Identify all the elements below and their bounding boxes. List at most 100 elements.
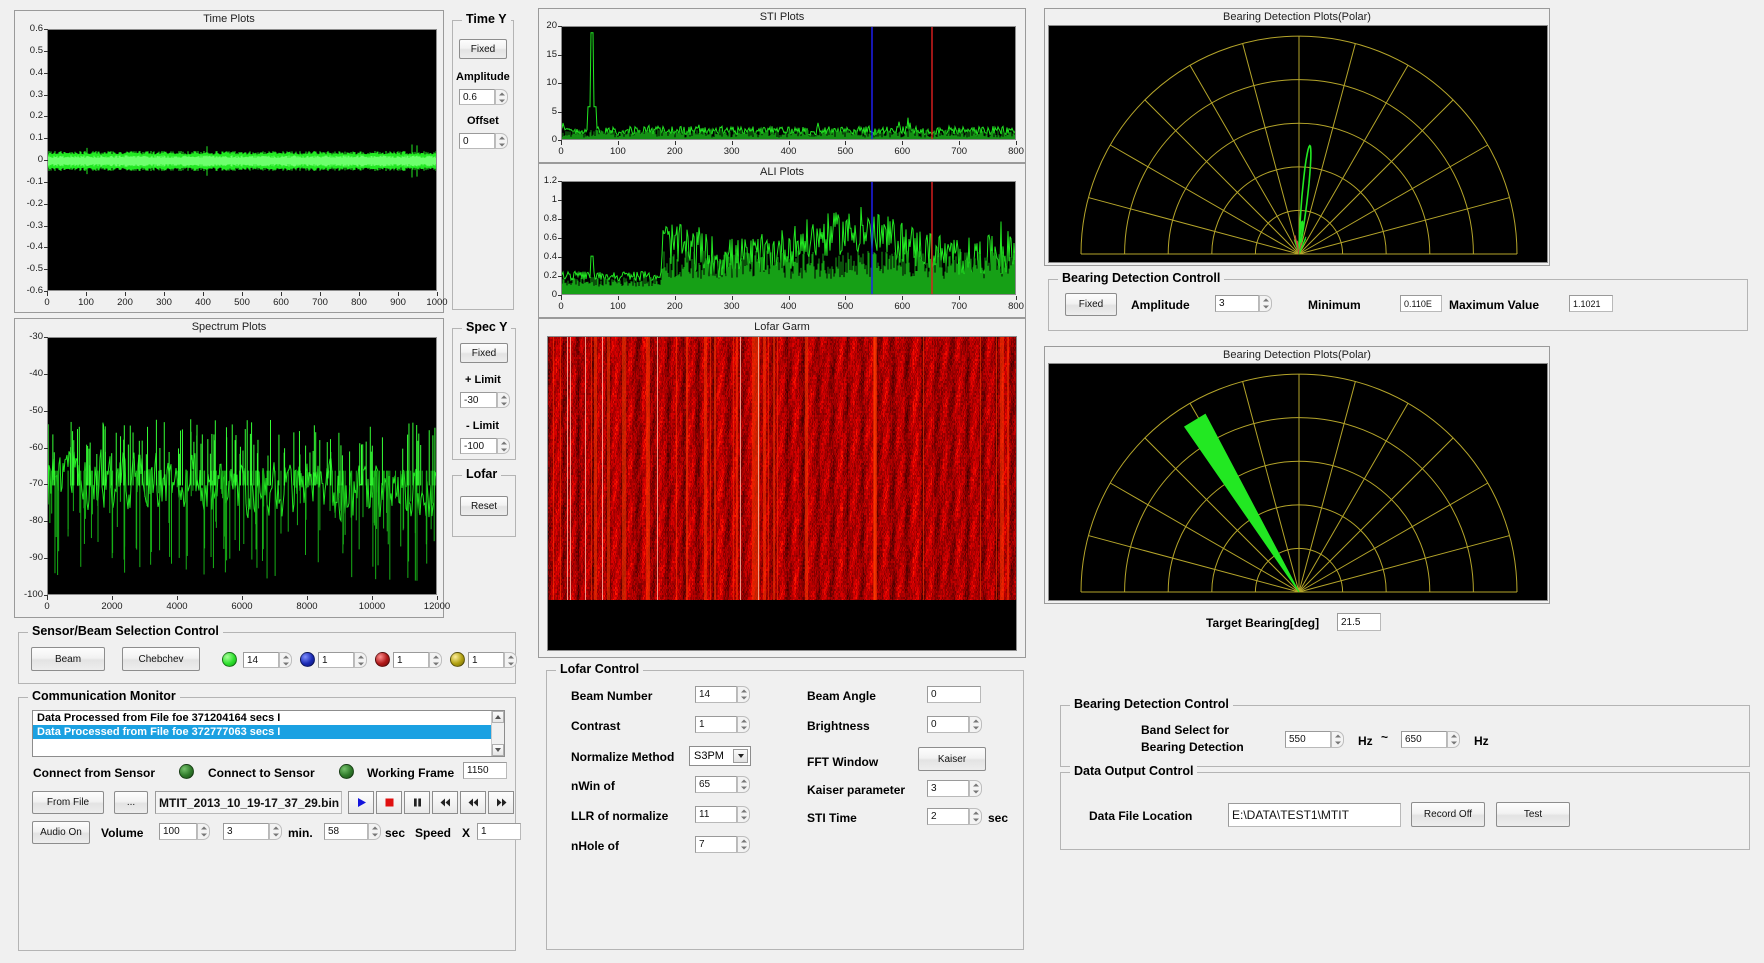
minutes-field[interactable]: 3 (223, 823, 269, 840)
axis-tick-mark (44, 138, 48, 139)
band-high-field[interactable]: 650 (1401, 731, 1447, 748)
polar-top-svg (1049, 26, 1548, 263)
stop-button[interactable] (376, 791, 402, 814)
beam-index-field-3[interactable]: 1 (393, 652, 429, 668)
beam-index-spinner-1[interactable] (279, 652, 292, 668)
spec-y-fixed-button[interactable]: Fixed (460, 343, 508, 363)
axis-tick-mark (561, 296, 562, 300)
brightness-field[interactable]: 0 (927, 716, 969, 733)
polar-top-canvas[interactable] (1048, 25, 1548, 263)
seconds-field[interactable]: 58 (324, 823, 368, 840)
time-y-amplitude-spinner[interactable] (495, 89, 508, 105)
llr-normalize-field[interactable]: 11 (695, 806, 737, 823)
nhole-field[interactable]: 7 (695, 836, 737, 853)
axis-tick-mark (44, 448, 48, 449)
axis-tick-label: 500 (823, 301, 867, 312)
nwin-spinner[interactable] (737, 776, 750, 793)
bearing-fixed-button[interactable]: Fixed (1065, 293, 1117, 316)
polar-bottom-canvas[interactable] (1048, 363, 1548, 601)
spec-y-minus-limit-field[interactable]: -100 (460, 438, 497, 454)
chevron-down-icon[interactable] (733, 749, 748, 763)
log-scrollbar[interactable] (491, 711, 504, 756)
time-plots-canvas[interactable] (47, 29, 437, 291)
time-y-fixed-button[interactable]: Fixed (459, 39, 507, 59)
axis-tick-label: 15 (539, 49, 557, 60)
bearing-amplitude-field[interactable]: 3 (1215, 295, 1259, 312)
band-high-spinner[interactable] (1447, 731, 1460, 748)
seconds-spinner[interactable] (368, 823, 381, 840)
beam-index-field-1[interactable]: 14 (243, 652, 279, 668)
brightness-spinner[interactable] (969, 716, 982, 733)
rewind-button[interactable] (460, 791, 486, 814)
browse-file-button[interactable]: ... (114, 791, 148, 814)
beam-index-spinner-3[interactable] (429, 652, 442, 668)
sti-time-field[interactable]: 2 (927, 808, 969, 825)
axis-tick-mark (44, 182, 48, 183)
bearing-minimum-field[interactable]: 0.110E (1400, 295, 1442, 312)
data-file-location-field[interactable]: E:\DATA\TEST1\MTIT (1228, 803, 1401, 827)
contrast-label: Contrast (571, 719, 620, 733)
working-frame-field[interactable]: 1150 (463, 762, 507, 779)
kaiser-parameter-spinner[interactable] (969, 780, 982, 797)
bearing-maximum-field[interactable]: 1.1021 (1569, 295, 1613, 312)
axis-tick-mark (320, 292, 321, 296)
beam-number-field[interactable]: 14 (695, 686, 737, 703)
normalize-method-select[interactable]: S3PM (689, 746, 751, 766)
contrast-field[interactable]: 1 (695, 716, 737, 733)
speed-field[interactable]: 1 (477, 823, 521, 840)
record-off-button[interactable]: Record Off (1411, 802, 1485, 827)
axis-tick-mark (44, 29, 48, 30)
llr-normalize-spinner[interactable] (737, 806, 750, 823)
pause-button[interactable] (404, 791, 430, 814)
lofar-reset-button[interactable]: Reset (460, 496, 508, 516)
from-file-button[interactable]: From File (32, 791, 104, 814)
axis-tick-mark (44, 116, 48, 117)
list-item[interactable]: Data Processed from File foe 371204164 s… (33, 711, 504, 725)
spec-y-minus-limit-spinner[interactable] (497, 438, 510, 454)
lofar-garm-canvas[interactable] (547, 336, 1017, 651)
scroll-up-icon[interactable] (492, 711, 504, 723)
test-button[interactable]: Test (1496, 802, 1570, 827)
nwin-field[interactable]: 65 (695, 776, 737, 793)
fft-window-button[interactable]: Kaiser (918, 747, 986, 771)
minutes-spinner[interactable] (269, 823, 282, 840)
selected-file-field[interactable]: MTIT_2013_10_19-17_37_29.bin (155, 791, 342, 814)
kaiser-parameter-field[interactable]: 3 (927, 780, 969, 797)
beam-number-spinner[interactable] (737, 686, 750, 703)
beam-index-spinner-2[interactable] (354, 652, 367, 668)
volume-field[interactable]: 100 (159, 823, 197, 840)
band-low-spinner[interactable] (1331, 731, 1344, 748)
ali-plots-panel: ALI Plots 1.2 1 0.8 0.6 0.4 0.2 0 0 100 200 300 40… (538, 163, 1026, 318)
scroll-down-icon[interactable] (492, 744, 504, 756)
fast-forward-button[interactable] (488, 791, 514, 814)
beam-index-spinner-4[interactable] (504, 652, 517, 668)
chebchev-filter-button[interactable]: Chebchev (122, 647, 200, 671)
time-y-offset-spinner[interactable] (495, 133, 508, 149)
target-bearing-field[interactable]: 21.5 (1337, 613, 1381, 631)
time-y-offset-field[interactable]: 0 (459, 133, 495, 149)
beam-button[interactable]: Beam (31, 647, 105, 671)
band-low-field[interactable]: 550 (1285, 731, 1331, 748)
spectrum-plots-canvas[interactable] (47, 337, 437, 595)
contrast-spinner[interactable] (737, 716, 750, 733)
sti-time-spinner[interactable] (969, 808, 982, 825)
bearing-amplitude-spinner[interactable] (1259, 295, 1272, 312)
axis-tick-label: 0 (539, 146, 583, 157)
play-button[interactable] (348, 791, 374, 814)
nhole-spinner[interactable] (737, 836, 750, 853)
axis-tick-label: -0.3 (15, 220, 43, 231)
volume-spinner[interactable] (197, 823, 210, 840)
sti-plots-canvas[interactable] (561, 26, 1016, 140)
skip-start-button[interactable] (432, 791, 458, 814)
beam-angle-field[interactable]: 0 (927, 686, 981, 703)
list-item[interactable]: Data Processed from File foe 372777063 s… (33, 725, 504, 739)
beam-index-field-2[interactable]: 1 (318, 652, 354, 668)
spec-y-plus-limit-spinner[interactable] (497, 392, 510, 408)
spec-y-plus-limit-field[interactable]: -30 (460, 392, 497, 408)
communication-log-list[interactable]: Data Processed from File foe 371204164 s… (32, 710, 505, 757)
beam-index-field-4[interactable]: 1 (468, 652, 504, 668)
axis-tick-label: -0.6 (15, 285, 43, 296)
ali-plots-canvas[interactable] (561, 181, 1016, 295)
audio-on-button[interactable]: Audio On (32, 821, 90, 844)
time-y-amplitude-field[interactable]: 0.6 (459, 89, 495, 105)
